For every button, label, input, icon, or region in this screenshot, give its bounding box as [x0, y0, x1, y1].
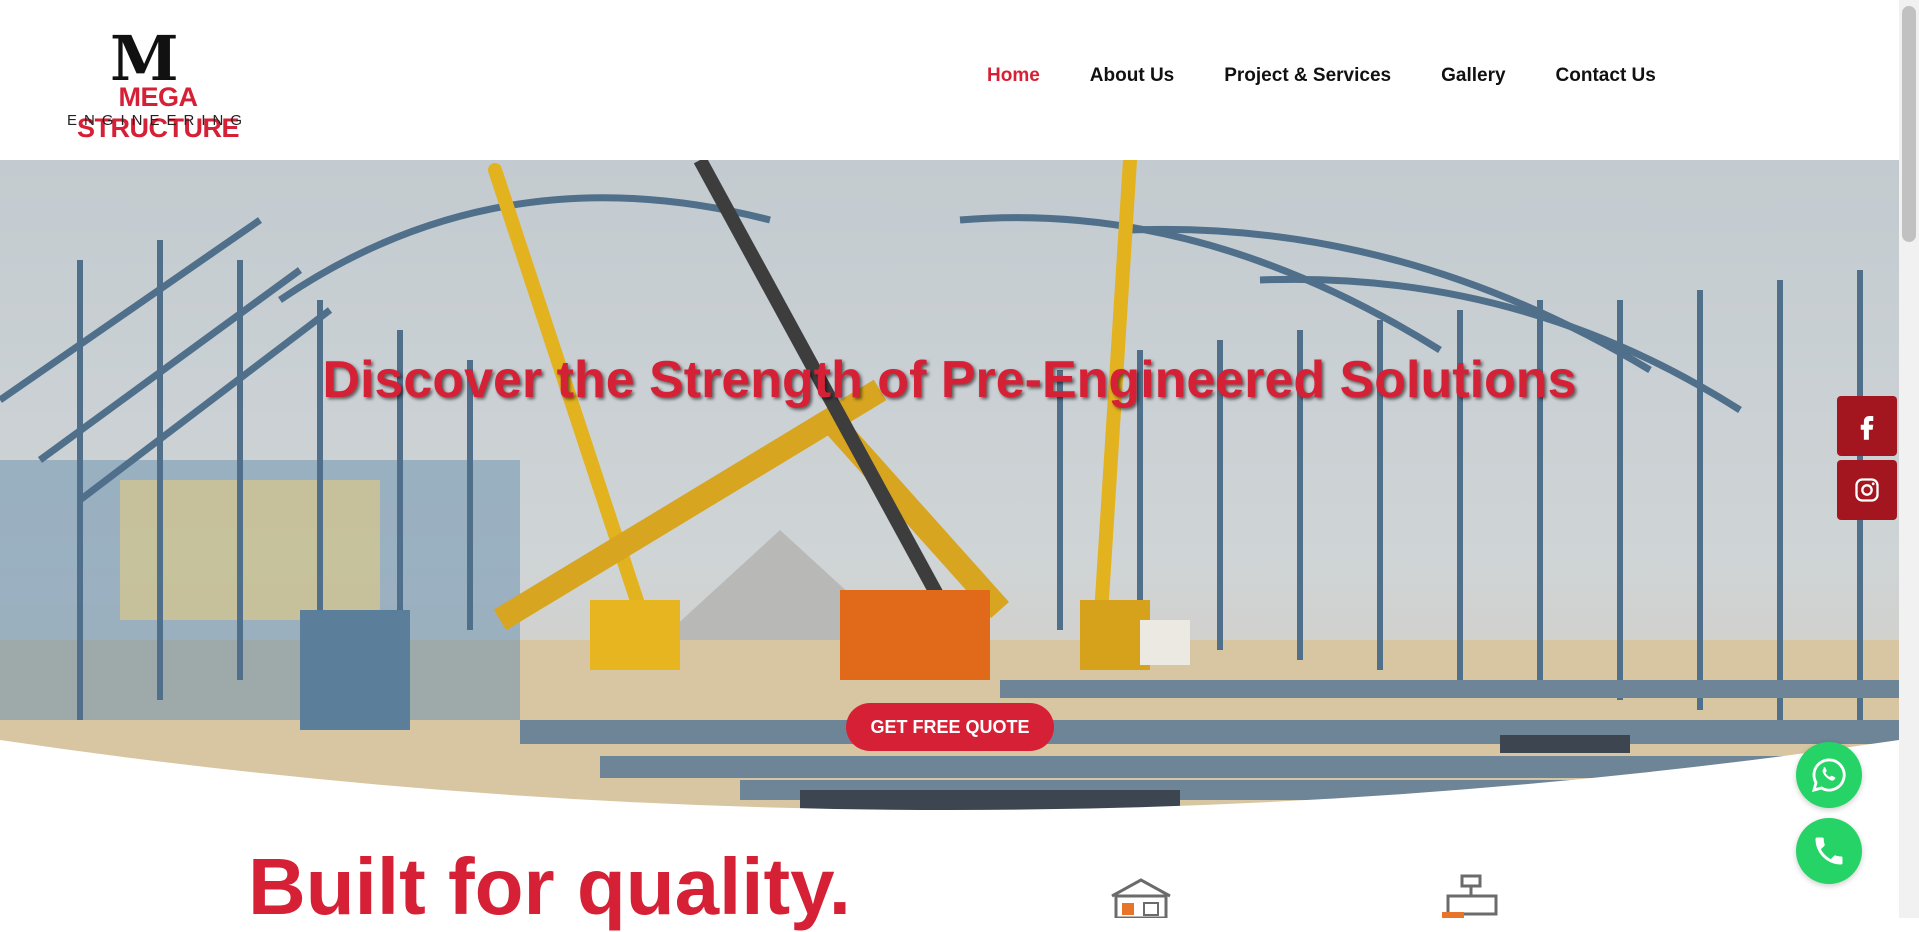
nav-about-us[interactable]: About Us — [1090, 65, 1174, 87]
section-heading: Built for quality. — [248, 842, 851, 931]
nav-home[interactable]: Home — [987, 65, 1040, 87]
phone-button[interactable] — [1796, 818, 1862, 884]
whatsapp-icon — [1811, 758, 1846, 793]
main-nav: Home About Us Project & Services Gallery… — [987, 65, 1706, 87]
site-logo[interactable]: M MEGA STRUCTURE ENGINEERING — [38, 22, 278, 144]
facebook-link[interactable] — [1837, 396, 1897, 456]
nav-gallery[interactable]: Gallery — [1441, 65, 1505, 87]
page-scrollbar[interactable] — [1899, 0, 1919, 918]
logo-tagline: ENGINEERING — [66, 112, 249, 129]
logo-mark: M — [110, 22, 179, 95]
nav-contact-us[interactable]: Contact Us — [1556, 65, 1656, 87]
hero-banner: Discover the Strength of Pre-Engineered … — [0, 160, 1899, 820]
site-header: M MEGA STRUCTURE ENGINEERING Home About … — [0, 0, 1899, 160]
instagram-icon — [1855, 478, 1879, 502]
phone-icon — [1815, 837, 1843, 865]
whatsapp-button[interactable] — [1796, 742, 1862, 808]
get-free-quote-button[interactable]: GET FREE QUOTE — [846, 703, 1054, 751]
factory-icon — [1442, 874, 1498, 918]
scrollbar-thumb[interactable] — [1902, 6, 1916, 242]
facebook-icon — [1860, 416, 1874, 440]
instagram-link[interactable] — [1837, 460, 1897, 520]
warehouse-icon — [1111, 878, 1171, 918]
hero-title: Discover the Strength of Pre-Engineered … — [322, 351, 1577, 409]
nav-project-services[interactable]: Project & Services — [1224, 65, 1391, 87]
